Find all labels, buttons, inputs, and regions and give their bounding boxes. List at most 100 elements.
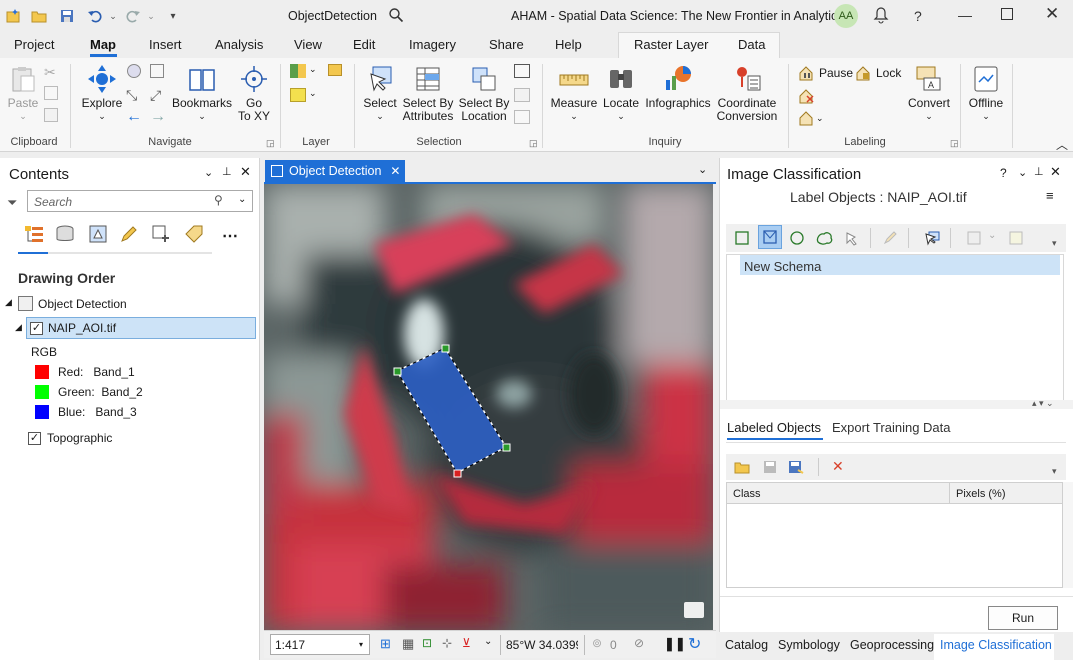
layer-name[interactable]: NAIP_AOI.tif xyxy=(48,321,116,335)
tab-imagery[interactable]: Imagery xyxy=(409,37,456,52)
clear-selection-icon[interactable] xyxy=(514,88,530,102)
redo-dropdown-icon[interactable]: ⌄ xyxy=(142,7,160,25)
minimize-button[interactable]: — xyxy=(958,7,972,23)
vertex-handle[interactable] xyxy=(393,367,402,376)
collect-training-icon[interactable] xyxy=(964,228,984,248)
select-by-attributes-button[interactable]: Select By Attributes xyxy=(402,64,454,123)
pause-labeling-button[interactable]: Pause xyxy=(798,65,853,81)
undo-dropdown-icon[interactable]: ⌄ xyxy=(104,7,122,25)
new-class-icon[interactable] xyxy=(1006,228,1026,248)
basemap-name[interactable]: Topographic xyxy=(47,431,112,445)
open-project-icon[interactable] xyxy=(30,7,48,25)
tab-export-training-data[interactable]: Export Training Data xyxy=(832,420,951,435)
constraints-icon[interactable]: ⊹ xyxy=(442,636,452,650)
tab-geoprocessing[interactable]: Geoprocessing xyxy=(850,638,934,652)
lock-labeling-button[interactable]: Lock xyxy=(855,65,901,81)
overflow-icon[interactable]: ▾ xyxy=(1052,466,1057,477)
zoom-to-selection-icon[interactable] xyxy=(514,110,530,124)
vertex-handle[interactable] xyxy=(502,443,511,452)
dialog-launcher-icon[interactable]: ◲ xyxy=(529,138,538,149)
infographics-button[interactable]: Infographics xyxy=(644,64,712,110)
list-by-labeling-icon[interactable] xyxy=(184,224,204,244)
add-preset-icon[interactable] xyxy=(328,64,342,76)
explore-button[interactable]: Explore ⌄ xyxy=(80,64,124,123)
scale-input[interactable]: 1:417 ▾ xyxy=(270,634,370,655)
select-by-location-button[interactable]: Select By Location xyxy=(458,64,510,123)
basemap-visibility-checkbox[interactable]: ✓ xyxy=(28,431,41,446)
map-navigator-icon[interactable] xyxy=(684,602,704,618)
menu-icon[interactable]: ≡ xyxy=(1046,188,1054,203)
splitter[interactable] xyxy=(720,400,1073,409)
copy-path-icon[interactable] xyxy=(44,108,58,122)
full-extent-icon[interactable] xyxy=(127,64,141,78)
collapse-layer-icon[interactable]: ◢ xyxy=(15,322,22,333)
bookmarks-button[interactable]: Bookmarks ⌄ xyxy=(170,64,234,123)
drawing-mode-icon[interactable]: ⊘ xyxy=(634,636,644,650)
chevron-down-icon[interactable]: ⌄ xyxy=(484,636,492,647)
circle-tool-icon[interactable] xyxy=(787,228,807,248)
label-priority-button[interactable]: ⌄ xyxy=(798,110,824,126)
zoom-in-fixed-icon[interactable]: ⤡ xyxy=(126,87,137,104)
refresh-icon[interactable]: ↻ xyxy=(688,634,701,654)
add-data-icon[interactable] xyxy=(290,64,306,78)
chevron-down-icon[interactable]: ⌄ xyxy=(988,230,996,241)
tab-data[interactable]: Data xyxy=(738,37,765,52)
zoom-out-fixed-icon[interactable]: ⤢ xyxy=(150,87,161,104)
close-pane-button[interactable]: ✕ xyxy=(240,164,251,180)
next-extent-icon[interactable]: → xyxy=(150,108,166,126)
new-project-icon[interactable] xyxy=(4,7,22,25)
pin-icon[interactable]: ⊥ xyxy=(1034,165,1044,178)
tab-catalog[interactable]: Catalog xyxy=(725,638,768,652)
overflow-icon[interactable]: ▾ xyxy=(1052,238,1057,249)
layer-visibility-checkbox[interactable]: ✓ xyxy=(30,321,43,336)
tab-symbology[interactable]: Symbology xyxy=(778,638,840,652)
scale-lock-icon[interactable]: ⊞ xyxy=(380,636,391,652)
help-button[interactable]: ? xyxy=(914,8,922,24)
coordinate-conversion-button[interactable]: Coordinate Conversion xyxy=(714,64,780,123)
maximize-button[interactable] xyxy=(1001,8,1013,20)
select-button[interactable]: Select ⌄ xyxy=(362,64,398,123)
tab-image-classification[interactable]: Image Classification xyxy=(940,638,1052,652)
convert-button[interactable]: A Convert ⌄ xyxy=(904,64,954,123)
collapse-ribbon-icon[interactable]: ︿ xyxy=(1056,136,1068,153)
tab-view[interactable]: View xyxy=(294,37,322,52)
undo-icon[interactable] xyxy=(86,7,104,25)
cut-icon[interactable]: ✂ xyxy=(44,64,56,81)
offline-button[interactable]: Offline ⌄ xyxy=(966,64,1006,123)
attributes-icon[interactable] xyxy=(514,64,530,78)
column-class[interactable]: Class xyxy=(733,488,761,500)
chevron-down-icon[interactable]: ⌄ xyxy=(309,88,317,99)
close-pane-button[interactable]: ✕ xyxy=(1050,164,1061,180)
save-icon[interactable] xyxy=(58,7,76,25)
tab-edit[interactable]: Edit xyxy=(353,37,375,52)
tab-insert[interactable]: Insert xyxy=(149,37,182,52)
locate-button[interactable]: Locate ⌄ xyxy=(602,64,640,123)
dialog-launcher-icon[interactable]: ◲ xyxy=(950,138,959,149)
customize-quick-access-icon[interactable]: ▾ xyxy=(164,7,182,25)
save-as-icon[interactable] xyxy=(786,457,806,477)
pin-icon[interactable]: ⊥ xyxy=(222,165,232,178)
go-to-xy-button[interactable]: Go To XY xyxy=(236,64,272,123)
vertex-handle[interactable] xyxy=(441,344,450,353)
search-icon[interactable] xyxy=(388,7,404,26)
more-options-icon[interactable]: ⋯ xyxy=(222,226,238,246)
tab-help[interactable]: Help xyxy=(555,37,582,52)
tab-share[interactable]: Share xyxy=(489,37,524,52)
list-by-source-icon[interactable] xyxy=(55,224,75,244)
fixed-zoom-icon[interactable] xyxy=(150,64,164,78)
run-button[interactable]: Run xyxy=(988,606,1058,630)
filter-icon[interactable]: ⏷ xyxy=(7,195,17,211)
close-button[interactable]: ✕ xyxy=(1045,4,1059,24)
pane-options-icon[interactable]: ⌄ xyxy=(1018,166,1027,179)
copy-icon[interactable] xyxy=(44,86,58,100)
list-by-selection-icon[interactable] xyxy=(88,224,108,244)
redo-icon[interactable] xyxy=(124,7,142,25)
measure-button[interactable]: Measure ⌄ xyxy=(550,64,598,123)
tab-list-chevron-icon[interactable]: ⌄ xyxy=(698,163,707,176)
list-by-editing-icon[interactable] xyxy=(119,224,139,244)
previous-extent-icon[interactable]: ← xyxy=(126,108,142,126)
select-segment-icon[interactable] xyxy=(922,228,942,248)
snapping-icon[interactable]: ⊡ xyxy=(422,636,432,650)
list-by-snapping-icon[interactable] xyxy=(151,224,171,244)
grid-icon[interactable]: ▦ xyxy=(402,636,414,652)
